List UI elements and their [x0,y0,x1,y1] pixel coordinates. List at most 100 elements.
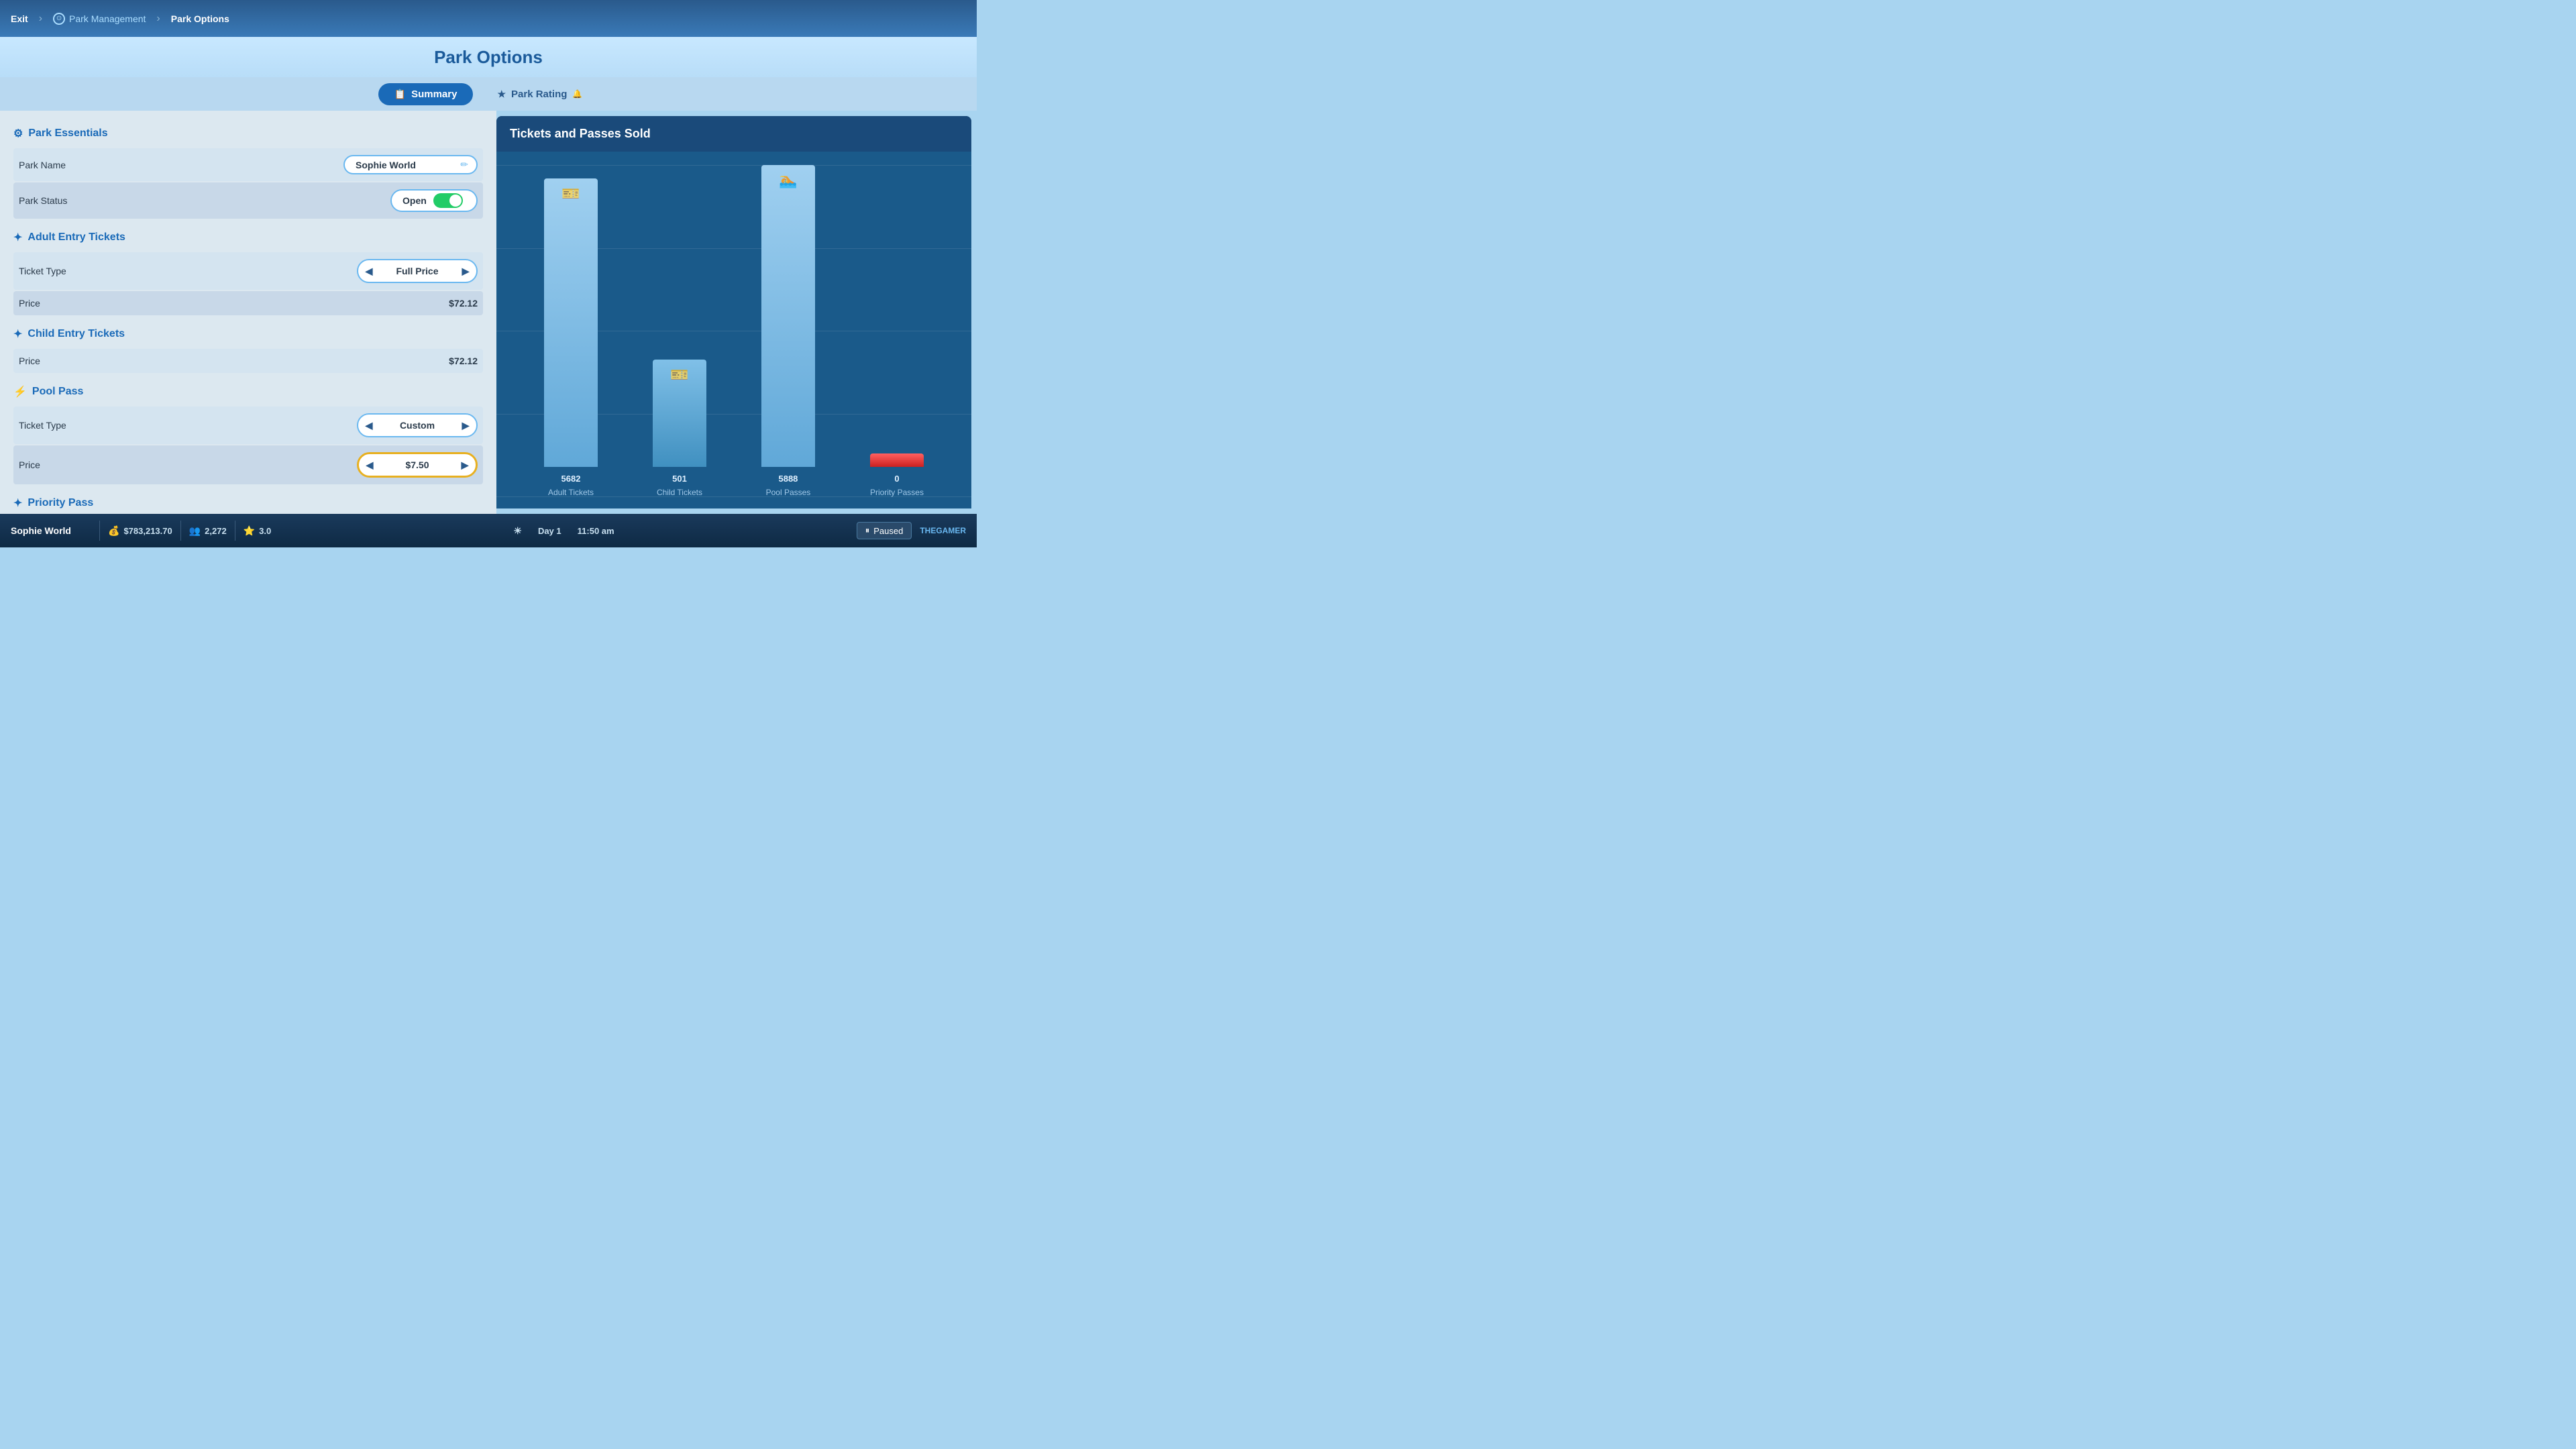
section-child-entry: ✦ Child Entry Tickets [13,322,483,346]
bar-adult-label: Adult Tickets [548,488,594,497]
adult-ticket-type-prev[interactable]: ◀ [358,260,380,282]
status-guests: 👥 2,272 [189,525,227,537]
park-status-field[interactable]: Open [390,189,478,212]
rating-icon: ⭐ [244,525,255,537]
status-guests-value: 2,272 [205,526,227,536]
status-money-value: $783,213.70 [123,526,172,536]
priority-pass-icon: ✦ [13,496,22,510]
adult-ticket-type-row: Ticket Type ◀ Full Price ▶ [13,252,483,290]
adult-price-value: $72.12 [449,298,478,309]
tab-park-rating-label: Park Rating [511,89,567,100]
tab-park-rating[interactable]: ★ Park Rating 🔔 [481,83,598,105]
guests-icon: 👥 [189,525,201,537]
page-title-area: Park Options [0,37,977,77]
main-content: ⚙ Park Essentials Park Name Sophie World… [0,111,977,514]
section-priority-pass: ✦ Priority Pass [13,491,483,514]
paused-button[interactable]: ⏸ Paused [857,522,912,539]
child-price-value: $72.12 [449,356,478,366]
pool-price-prev[interactable]: ◀ [359,454,380,476]
park-name-field[interactable]: Sophie World ✏ [343,155,478,174]
park-status-toggle[interactable] [433,193,463,208]
chart-title: Tickets and Passes Sold [496,116,971,152]
park-rating-tab-icon: ★ [497,89,506,100]
park-mgmt-label: Park Management [69,13,146,24]
bar-priority-count: 0 [894,474,899,484]
bar-child: 🎫 501 Child Tickets [653,360,706,497]
pool-price-label: Price [19,460,40,470]
park-name-edit-icon[interactable]: ✏ [460,159,468,170]
money-icon: 💰 [108,525,119,537]
adult-ticket-type-value: Full Price [380,266,455,276]
status-park-name: Sophie World [11,525,91,536]
pool-price-next[interactable]: ▶ [454,454,476,476]
adult-price-row: Price $72.12 [13,291,483,315]
pool-ticket-type-value: Custom [380,420,455,431]
park-management-nav[interactable]: ⊙ Park Management [53,13,146,25]
pool-price-row: Price ◀ $7.50 ▶ [13,445,483,484]
priority-pass-title: Priority Pass [28,497,93,509]
bar-pool-label: Pool Passes [766,488,811,497]
status-day-value: Day 1 [538,526,561,536]
pool-price-value: $7.50 [380,460,454,470]
section-adult-entry: ✦ Adult Entry Tickets [13,225,483,250]
bar-adult: 🎫 5682 Adult Tickets [544,178,598,497]
adult-ticket-type-next[interactable]: ▶ [455,260,476,282]
top-bar: Exit › ⊙ Park Management › Park Options [0,0,977,37]
bar-pool-visual: 🏊 [761,165,815,467]
bar-child-visual: 🎫 [653,360,706,467]
pool-price-control[interactable]: ◀ $7.50 ▶ [357,452,478,478]
park-name-row: Park Name Sophie World ✏ [13,148,483,181]
bar-priority: 0 Priority Passes [870,453,924,497]
breadcrumb-sep2: › [156,13,160,25]
park-status-value: Open [402,195,427,206]
tab-bar: 📋 Summary ★ Park Rating 🔔 [0,77,977,111]
bar-priority-label: Priority Passes [870,488,924,497]
status-div-1 [99,521,100,541]
status-time: 11:50 am [578,526,614,536]
bar-child-count: 501 [672,474,687,484]
tab-summary[interactable]: 📋 Summary [378,83,474,105]
pool-pass-title: Pool Pass [32,386,83,398]
exit-button[interactable]: Exit [11,13,28,24]
grid-line-1 [496,165,971,166]
pool-ticket-type-control[interactable]: ◀ Custom ▶ [357,413,478,437]
park-name-label: Park Name [19,160,66,170]
adult-ticket-type-control[interactable]: ◀ Full Price ▶ [357,259,478,283]
child-price-row: Price $72.12 [13,349,483,373]
park-status-label: Park Status [19,195,67,206]
status-bar: Sophie World 💰 $783,213.70 👥 2,272 ⭐ 3.0… [0,514,977,547]
pause-icon: ⏸ [865,525,870,536]
thegamer-logo: THEGAMER [920,526,966,535]
bar-adult-visual: 🎫 [544,178,598,467]
toggle-thumb [449,195,462,207]
status-weather: ☀ [513,525,522,537]
park-essentials-title: Park Essentials [28,127,107,140]
adult-ticket-type-label: Ticket Type [19,266,66,276]
pool-ticket-type-label: Ticket Type [19,420,66,431]
status-money: 💰 $783,213.70 [108,525,172,537]
bar-child-label: Child Tickets [657,488,702,497]
weather-icon: ☀ [513,525,522,537]
paused-label: Paused [873,526,903,536]
left-panel: ⚙ Park Essentials Park Name Sophie World… [0,111,496,514]
breadcrumb-sep1: › [39,13,42,25]
page-title: Park Options [434,47,543,68]
tab-summary-label: Summary [411,89,457,100]
status-rating: ⭐ 3.0 [244,525,272,537]
park-name-value: Sophie World [356,160,416,170]
pool-ticket-type-prev[interactable]: ◀ [358,415,380,436]
summary-tab-icon: 📋 [394,89,406,100]
status-day: Day 1 [538,526,561,536]
status-rating-value: 3.0 [259,526,271,536]
child-entry-icon: ✦ [13,327,22,341]
bar-pool-count: 5888 [778,474,798,484]
bar-priority-visual [870,453,924,467]
pool-ticket-type-next[interactable]: ▶ [455,415,476,436]
adult-price-label: Price [19,298,40,309]
pool-pass-icon: ⚡ [13,385,27,398]
status-div-2 [180,521,181,541]
status-right: ⏸ Paused THEGAMER [857,522,966,539]
child-entry-title: Child Entry Tickets [28,328,125,340]
section-park-essentials: ⚙ Park Essentials [13,121,483,146]
bar-pool-icon: 🏊 [779,172,797,189]
